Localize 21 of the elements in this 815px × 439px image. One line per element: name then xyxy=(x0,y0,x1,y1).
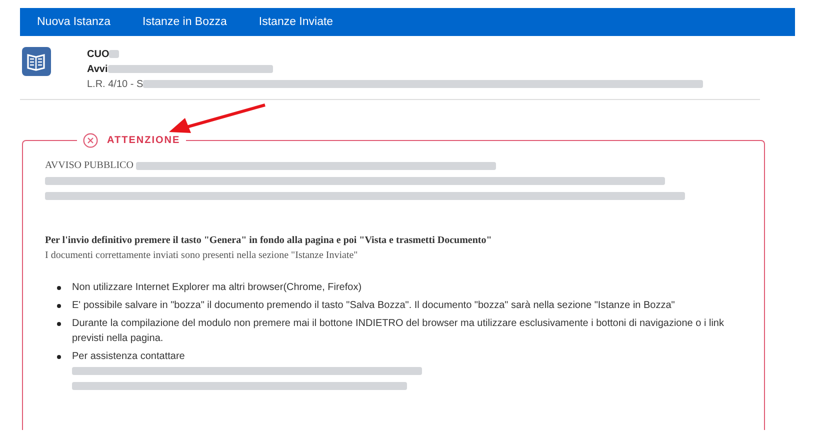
title-text: Avvi xyxy=(87,64,108,75)
list-item-text: Non utilizzare Internet Explorer ma altri browser(Chrome, Firefox) xyxy=(72,281,362,295)
bullet-icon xyxy=(57,286,61,290)
close-circle-icon xyxy=(83,133,98,148)
list-item-text: Durante la compilazione del modulo non premere mai il bottone INDIETRO del browser ma utilizzare esclusivamente i bottoni di navigazione o i link previsti nella pagina. xyxy=(72,317,725,346)
note-text: I documenti correttamente inviati sono presenti nella sezione "Istanze Inviate" xyxy=(45,249,359,263)
instruction-text: Per l'invio definitivo premere il tasto "Genera" in fondo alla pagina e poi "Vista e trasmetti Documento" xyxy=(45,234,493,248)
bullet-icon xyxy=(57,322,61,326)
bullet-icon xyxy=(57,355,61,359)
nav-link[interactable]: Istanze Inviate xyxy=(258,16,334,28)
intro-text: AVVISO PUBBLICO xyxy=(45,160,134,171)
list-item-text: Per assistenza contattare xyxy=(72,350,185,364)
code-text: CUO xyxy=(87,49,110,60)
nav-link[interactable]: Istanze in Bozza xyxy=(142,16,227,28)
blurred-text xyxy=(109,50,120,58)
bullet-icon xyxy=(57,304,61,308)
book-icon xyxy=(22,47,51,76)
nav-link[interactable]: Nuova Istanza xyxy=(37,16,111,28)
alert-title: ATTENZIONE xyxy=(107,135,180,146)
list-item-text: E' possibile salvare in "bozza" il documento premendo il tasto "Salva Bozza". Il documento "bozza" sarà nella sezione "Istanze in Bozza" xyxy=(72,299,675,313)
subtitle-text: L.R. 4/10 - S xyxy=(87,79,144,90)
